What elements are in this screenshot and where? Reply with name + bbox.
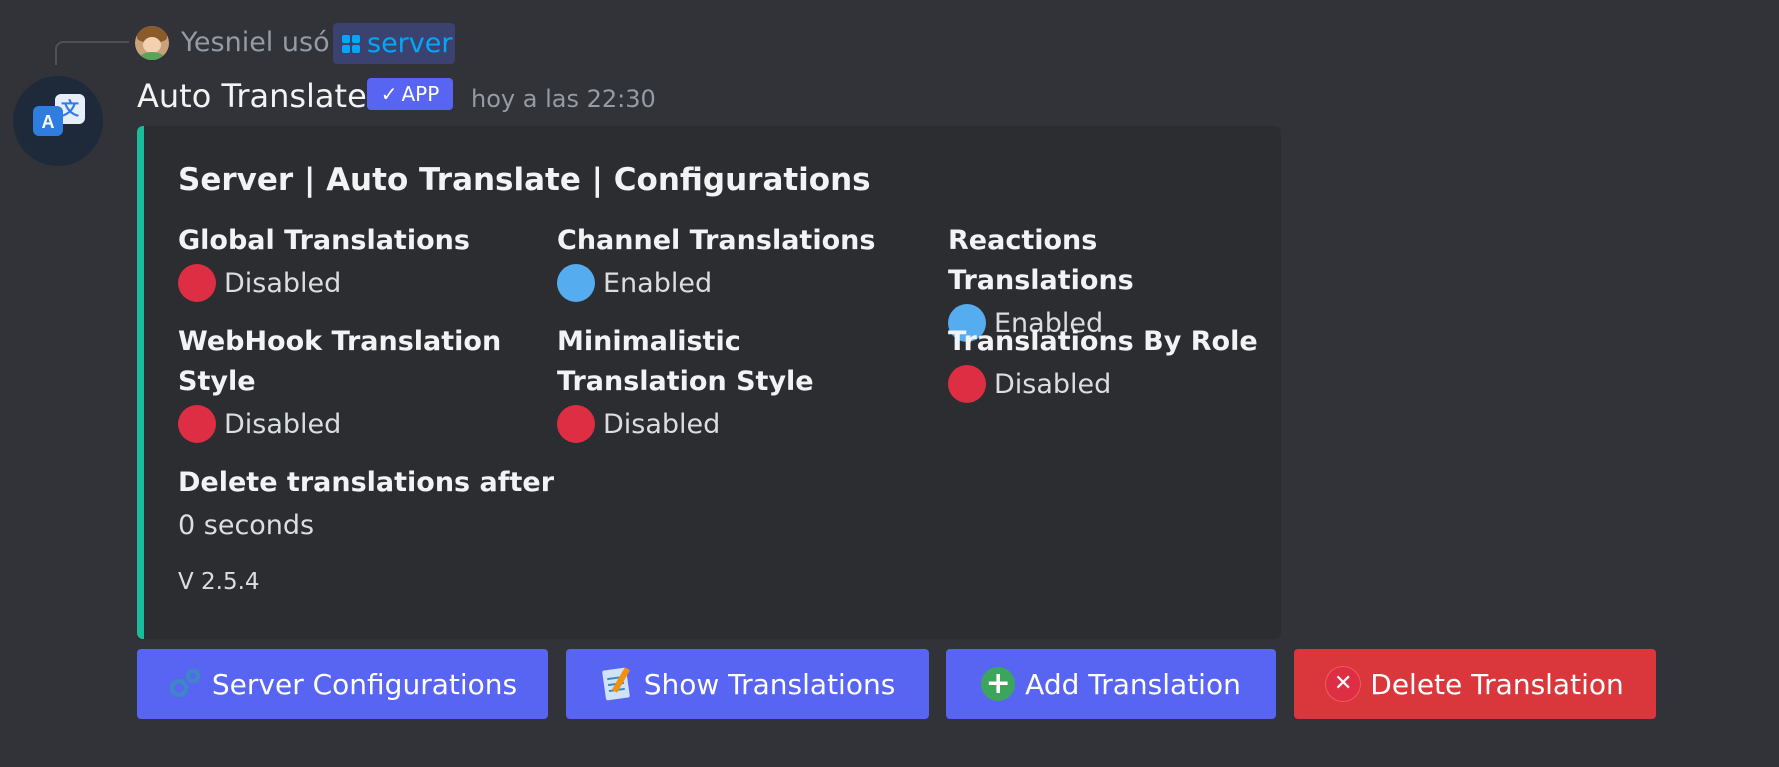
- field-global-translations: Global Translations Disabled: [178, 221, 518, 305]
- plus-circle-icon: +: [981, 667, 1016, 701]
- field-name: WebHook Translation Style: [178, 326, 502, 397]
- field-value: Disabled: [178, 402, 548, 446]
- reply-username[interactable]: Yesniel: [181, 27, 273, 58]
- field-channel-translations: Channel Translations Enabled: [557, 221, 897, 305]
- field-value: 0 seconds: [178, 503, 598, 547]
- button-label: Delete Translation: [1370, 667, 1624, 701]
- field-name: Minimalistic Translation Style: [557, 326, 814, 397]
- field-value: Disabled: [948, 362, 1268, 406]
- x-circle-icon: ✕: [1326, 667, 1361, 701]
- app-badge-label: APP: [401, 82, 440, 106]
- field-value-text: 0 seconds: [178, 509, 315, 541]
- message-timestamp[interactable]: hoy a las 22:30: [471, 83, 656, 115]
- gears-icon: [168, 667, 202, 701]
- blue-circle-icon: [557, 264, 595, 302]
- reply-spine: [55, 41, 129, 65]
- field-webhook-translation-style: WebHook Translation Style Disabled: [178, 322, 548, 446]
- red-circle-icon: [178, 264, 216, 302]
- field-name: Global Translations: [178, 225, 470, 256]
- author-name[interactable]: Auto Translate: [137, 75, 367, 117]
- app-badge: ✓ APP: [367, 78, 453, 110]
- field-translations-by-role: Translations By Role Disabled: [948, 322, 1268, 406]
- field-value-text: Enabled: [603, 267, 713, 299]
- field-value-text: Disabled: [224, 408, 342, 440]
- field-value: Disabled: [178, 261, 518, 305]
- bot-avatar[interactable]: 文 A: [13, 76, 103, 166]
- field-value: Disabled: [557, 402, 897, 446]
- field-value-text: Disabled: [994, 368, 1112, 400]
- field-delete-translations-after: Delete translations after 0 seconds: [178, 463, 598, 547]
- red-circle-icon: [948, 365, 986, 403]
- embed-card: Server | Auto Translate | Configurations…: [137, 126, 1281, 639]
- button-label: Add Translation: [1025, 667, 1241, 701]
- button-label: Show Translations: [643, 667, 896, 701]
- add-translation-button[interactable]: + Add Translation: [946, 649, 1276, 719]
- embed-footer-version: V 2.5.4: [178, 569, 260, 595]
- reply-text: Yesniel usó: [181, 24, 330, 62]
- field-name: Reactions Translations: [948, 225, 1134, 296]
- field-value-text: Disabled: [603, 408, 721, 440]
- field-name: Translations By Role: [948, 326, 1258, 357]
- command-name: server: [367, 28, 453, 59]
- app-command-icon: [341, 34, 361, 54]
- chat-message: Yesniel usó server 文 A Auto Translate ✓ …: [0, 0, 1779, 767]
- red-circle-icon: [178, 405, 216, 443]
- button-label: Server Configurations: [211, 667, 518, 701]
- field-minimalistic-translation-style: Minimalistic Translation Style Disabled: [557, 322, 897, 446]
- field-value-text: Disabled: [224, 267, 342, 299]
- check-icon: ✓: [380, 82, 398, 106]
- delete-translation-button[interactable]: ✕ Delete Translation: [1294, 649, 1656, 719]
- field-name: Channel Translations: [557, 225, 876, 256]
- slash-command-pill[interactable]: server: [333, 23, 455, 64]
- red-circle-icon: [557, 405, 595, 443]
- memo-icon: [600, 667, 634, 701]
- embed-title: Server | Auto Translate | Configurations: [178, 162, 871, 198]
- server-configurations-button[interactable]: Server Configurations: [137, 649, 548, 719]
- reply-verb: usó: [281, 27, 330, 58]
- letter-a-icon: A: [33, 106, 63, 136]
- field-value: Enabled: [557, 261, 897, 305]
- reply-user-avatar[interactable]: [135, 26, 169, 60]
- field-name: Delete translations after: [178, 467, 555, 498]
- show-translations-button[interactable]: Show Translations: [566, 649, 929, 719]
